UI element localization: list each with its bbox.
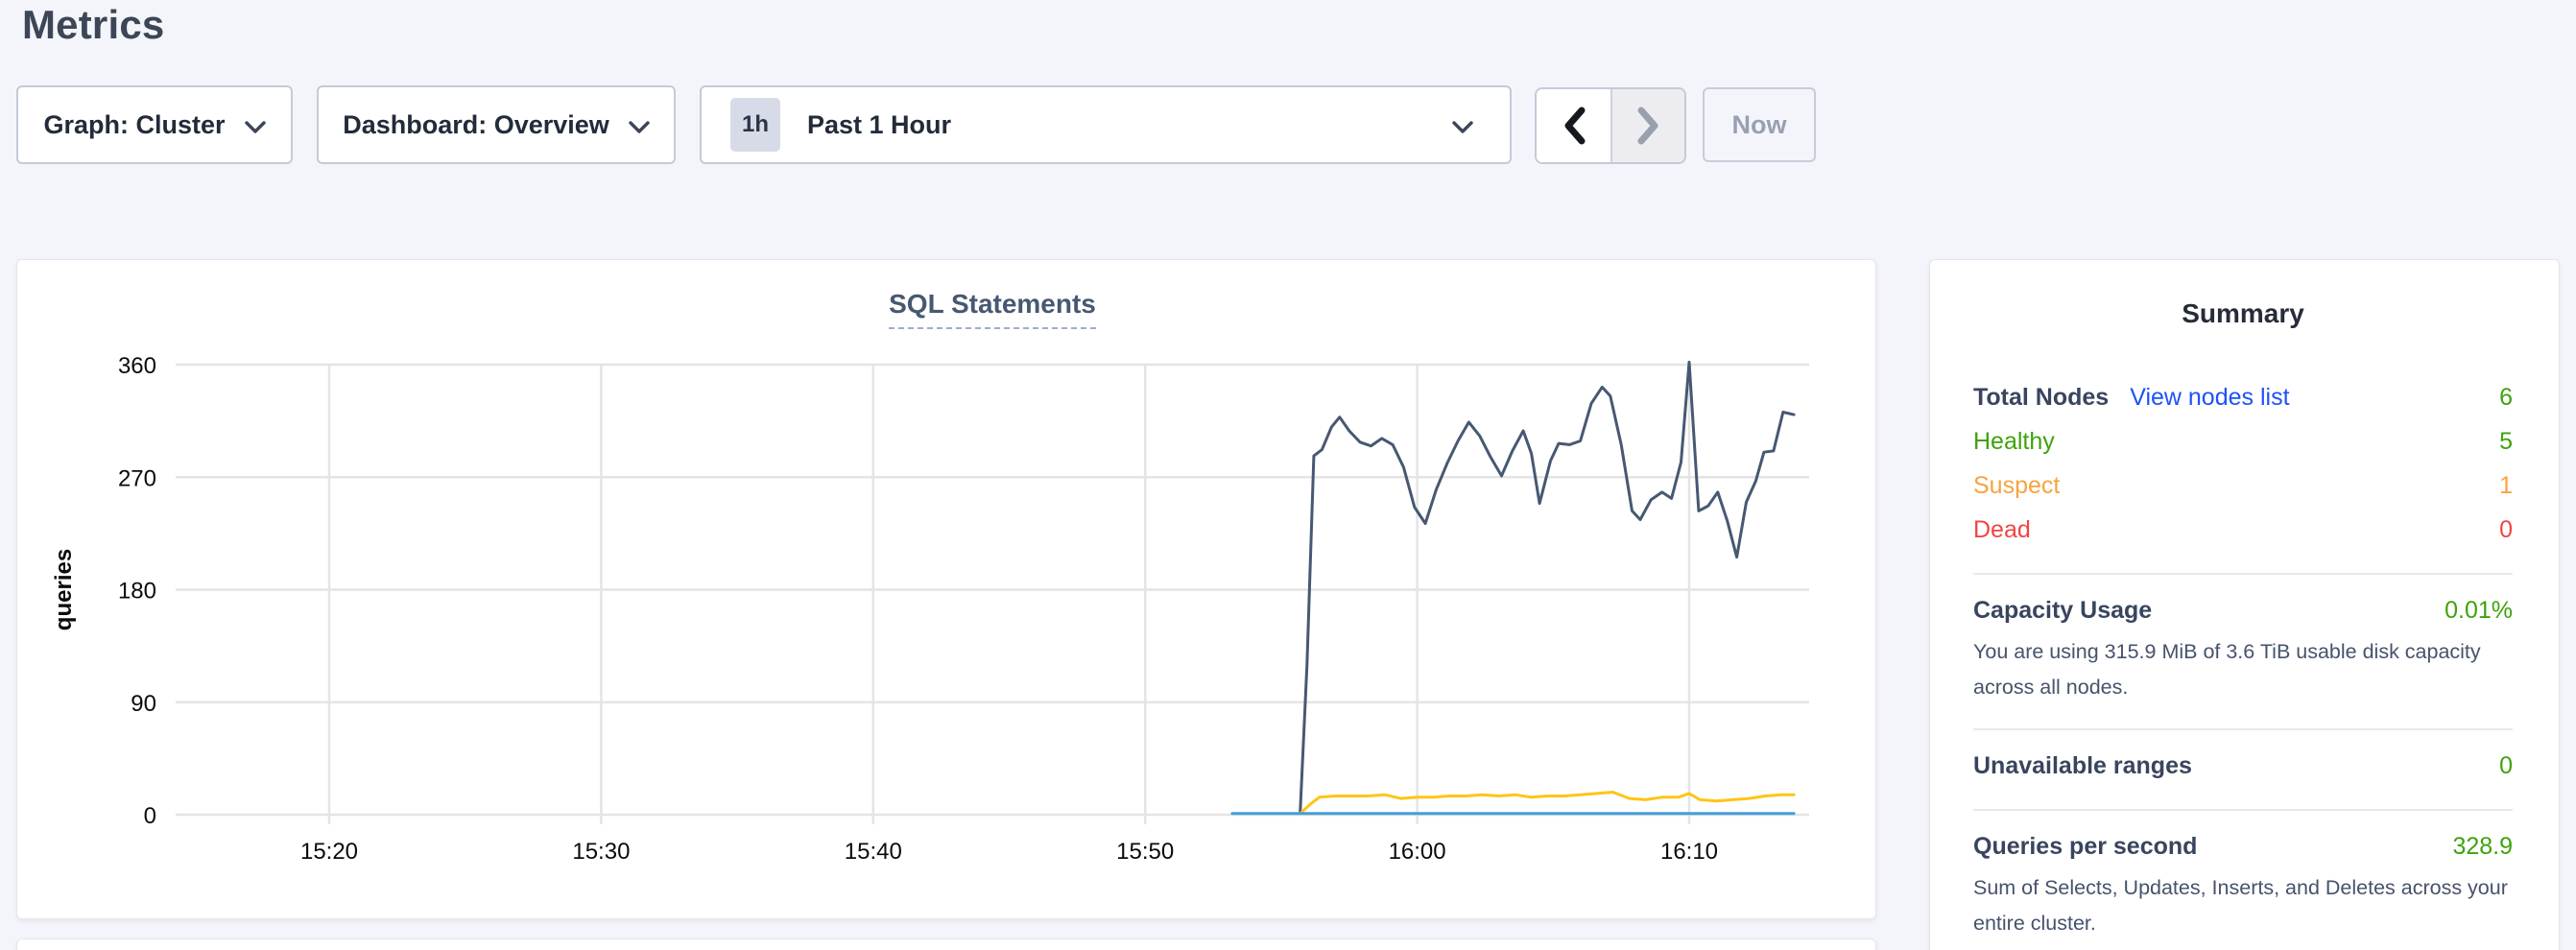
next-chart-card-partial [16,938,1876,950]
capacity-usage-description: You are using 315.9 MiB of 3.6 TiB usabl… [1973,634,2513,705]
unavailable-ranges-row: Unavailable ranges 0 [1973,744,2513,788]
summary-title: Summary [1973,298,2513,329]
previous-timeframe-button[interactable] [1537,89,1610,162]
x-tick-label: 15:30 [572,839,630,865]
total-nodes-row: Total Nodes View nodes list 6 [1973,375,2513,419]
x-tick-label: 15:20 [300,839,358,865]
chevron-down-icon [245,121,266,133]
healthy-nodes-row: Healthy 5 [1973,419,2513,463]
unavailable-ranges-value: 0 [2499,752,2513,780]
queries-per-second-value: 328.9 [2452,833,2513,861]
y-tick-label: 270 [118,465,156,491]
x-tick-label: 15:40 [845,839,902,865]
y-tick-label: 0 [144,803,156,829]
graph-dropdown-label: Graph: Cluster [43,110,225,140]
y-axis-label: queries [51,549,77,630]
dashboard-dropdown[interactable]: Dashboard: Overview [317,85,676,164]
y-tick-label: 360 [118,353,156,379]
y-tick-label: 180 [118,579,156,605]
queries-per-second-description: Sum of Selects, Updates, Inserts, and De… [1973,870,2513,941]
dashboard-dropdown-label: Dashboard: Overview [343,110,609,140]
suspect-nodes-row: Suspect 1 [1973,463,2513,508]
divider [1973,809,2513,811]
capacity-usage-value: 0.01% [2445,597,2513,625]
time-range-selector[interactable]: 1h Past 1 Hour [700,85,1512,164]
series-line-yellow [1300,793,1794,814]
queries-per-second-label: Queries per second [1973,833,2197,861]
capacity-usage-row: Capacity Usage 0.01% [1973,588,2513,632]
dead-value: 0 [2499,516,2513,544]
divider [1973,728,2513,730]
time-range-badge: 1h [730,98,780,152]
x-tick-label: 16:10 [1660,839,1718,865]
dead-label: Dead [1973,516,2031,544]
suspect-value: 1 [2499,472,2513,500]
capacity-usage-label: Capacity Usage [1973,597,2152,625]
chevron-right-icon [1636,106,1661,146]
chevron-left-icon [1562,106,1586,146]
graph-dropdown[interactable]: Graph: Cluster [16,85,293,164]
chart-title[interactable]: SQL Statements [889,289,1096,329]
healthy-label: Healthy [1973,428,2055,456]
unavailable-ranges-label: Unavailable ranges [1973,752,2192,780]
chevron-down-icon [629,121,650,133]
total-nodes-label: Total Nodes [1973,384,2109,412]
dead-nodes-row: Dead 0 [1973,508,2513,552]
summary-panel: Summary Total Nodes View nodes list 6 He… [1929,259,2560,950]
now-button[interactable]: Now [1703,87,1816,162]
suspect-label: Suspect [1973,472,2060,500]
x-tick-label: 16:00 [1389,839,1446,865]
total-nodes-value: 6 [2499,384,2513,412]
view-nodes-list-link[interactable]: View nodes list [2130,384,2289,412]
sql-statements-chart[interactable]: 0 90 180 270 360 15:20 15:30 15:40 15:50 16:00 16:… [17,260,1877,920]
queries-per-second-row: Queries per second 328.9 [1973,824,2513,868]
divider [1973,573,2513,575]
series-line-dark-blue [1300,362,1794,812]
time-step-buttons [1535,87,1686,164]
page-title: Metrics [22,2,164,48]
chevron-down-icon [1452,121,1473,133]
y-tick-label: 90 [131,691,156,717]
healthy-value: 5 [2499,428,2513,456]
time-range-label: Past 1 Hour [807,110,951,140]
next-timeframe-button[interactable] [1610,89,1684,162]
sql-statements-card: SQL Statements 0 90 180 270 360 15:20 15:30 15:… [16,259,1876,919]
x-tick-label: 15:50 [1116,839,1174,865]
